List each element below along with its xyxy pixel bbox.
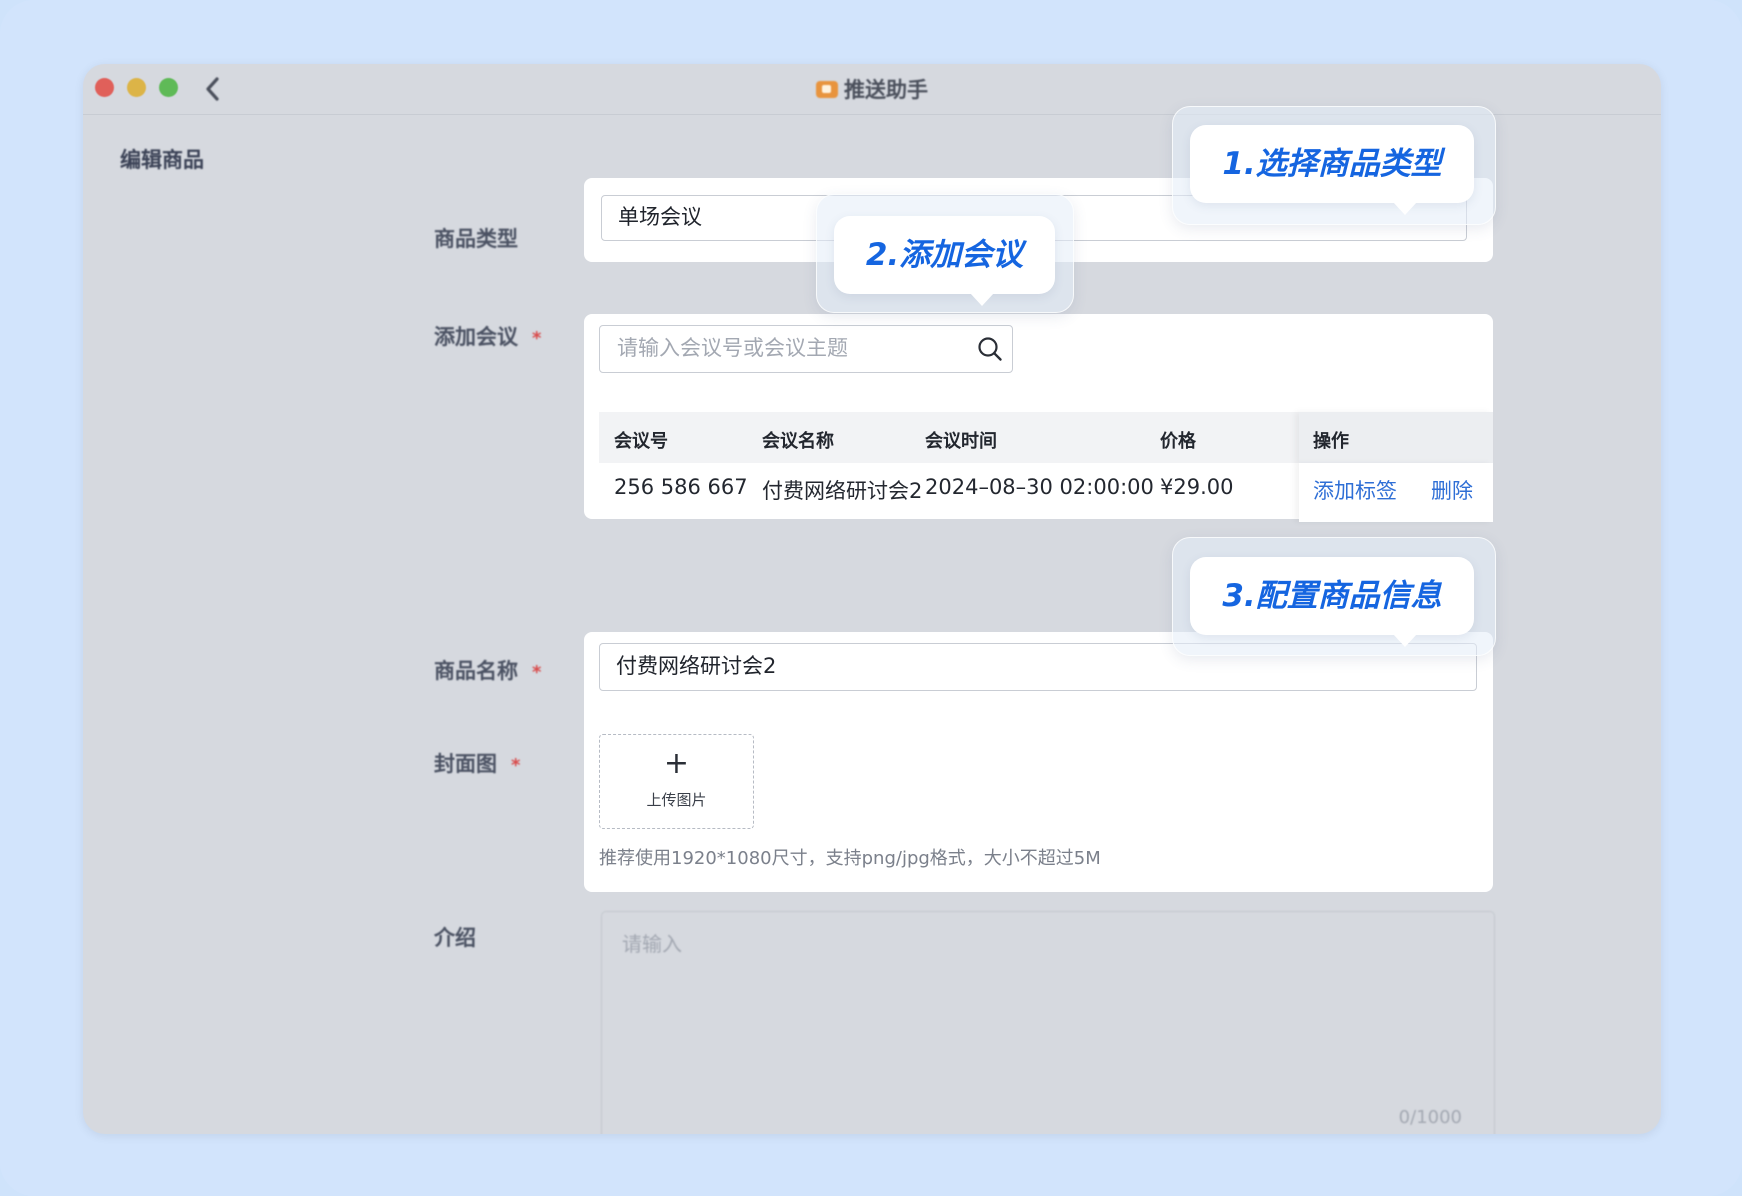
cover-label-text: 封面图 bbox=[434, 752, 497, 776]
intro-placeholder: 请输入 bbox=[622, 932, 682, 956]
add-meeting-label: 添加会议 * bbox=[434, 321, 541, 351]
add-meeting-card: 请输入会议号或会议主题 会议号 会议名称 会议时间 价格 操作 256 586 … bbox=[584, 314, 1493, 522]
meeting-search-input[interactable]: 请输入会议号或会议主题 bbox=[599, 325, 1013, 373]
product-name-label-text: 商品名称 bbox=[434, 659, 518, 683]
callout-1-pointer bbox=[1393, 202, 1417, 215]
callout-add-meeting: 2.添加会议 bbox=[834, 216, 1055, 294]
window-title: 推送助手 bbox=[83, 74, 1661, 104]
intro-textarea[interactable]: 请输入 0/1000 bbox=[601, 911, 1495, 1134]
callout-configure-product-info: 3.配置商品信息 bbox=[1190, 557, 1474, 635]
cover-hint: 推荐使用1920*1080尺寸，支持png/jpg格式，大小不超过5M bbox=[599, 848, 1101, 869]
column-header-actions: 操作 bbox=[1313, 431, 1349, 452]
page-heading: 编辑商品 bbox=[120, 148, 204, 172]
add-tag-link[interactable]: 添加标签 bbox=[1313, 475, 1397, 505]
cell-meeting-id: 256 586 667 bbox=[614, 475, 748, 499]
required-mark: * bbox=[532, 327, 542, 349]
search-icon[interactable] bbox=[976, 335, 1004, 363]
cell-meeting-time: 2024–08–30 02:00:00 bbox=[925, 475, 1154, 499]
product-type-label: 商品类型 bbox=[434, 227, 518, 251]
product-name-label: 商品名称 * bbox=[434, 655, 541, 685]
cover-label: 封面图 * bbox=[434, 748, 520, 778]
callout-select-product-type: 1.选择商品类型 bbox=[1190, 125, 1474, 203]
cover-upload-button[interactable]: + 上传图片 bbox=[599, 734, 754, 829]
intro-char-counter: 0/1000 bbox=[1398, 1107, 1462, 1128]
callout-3-pointer bbox=[1393, 634, 1417, 647]
background-frame: 推送助手 编辑商品 商品类型 添加会议 * 商品名称 * 封面图 * 介绍 单场会议 … bbox=[0, 0, 1742, 1196]
plus-icon: + bbox=[663, 746, 690, 781]
required-mark: * bbox=[511, 754, 521, 776]
app-title: 推送助手 bbox=[844, 78, 928, 102]
callout-2-pointer bbox=[970, 293, 994, 306]
intro-label: 介绍 bbox=[434, 926, 476, 950]
column-header-meeting-name: 会议名称 bbox=[762, 431, 834, 452]
column-header-meeting-time: 会议时间 bbox=[925, 431, 997, 452]
meeting-search-placeholder: 请输入会议号或会议主题 bbox=[617, 336, 848, 360]
add-meeting-label-text: 添加会议 bbox=[434, 325, 518, 349]
product-info-card: 付费网络研讨会2 + 上传图片 推荐使用1920*1080尺寸，支持png/jp… bbox=[584, 632, 1493, 892]
column-header-price: 价格 bbox=[1160, 431, 1196, 452]
delete-link[interactable]: 删除 bbox=[1431, 475, 1473, 505]
cell-meeting-name: 付费网络研讨会2 bbox=[762, 479, 923, 503]
upload-label: 上传图片 bbox=[646, 791, 707, 809]
column-header-meeting-id: 会议号 bbox=[614, 431, 668, 452]
app-logo-icon bbox=[816, 80, 838, 98]
required-mark: * bbox=[532, 661, 542, 683]
cell-price: ¥29.00 bbox=[1160, 475, 1234, 499]
